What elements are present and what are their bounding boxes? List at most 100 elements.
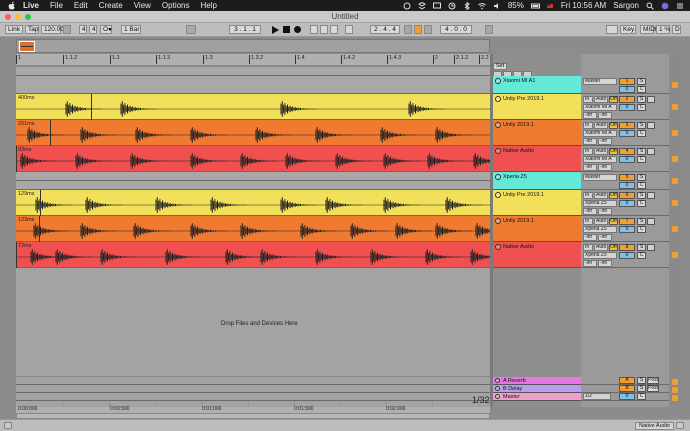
monitor-select[interactable]: Auto xyxy=(594,148,608,155)
output-select[interactable]: Xperia Z5 xyxy=(583,200,617,207)
stop-button[interactable] xyxy=(283,26,290,33)
overview-thumbnail[interactable] xyxy=(19,41,35,52)
nudge-down-button[interactable] xyxy=(63,25,71,34)
menu-live[interactable]: Live xyxy=(23,1,39,10)
solo-button[interactable]: S xyxy=(637,122,646,129)
clip-lane[interactable]: 201ms xyxy=(16,120,490,146)
solo-button[interactable]: S xyxy=(637,148,646,155)
menu-create[interactable]: Create xyxy=(99,1,123,10)
return-lane[interactable] xyxy=(16,385,490,393)
volume-field[interactable]: 0 xyxy=(619,86,635,93)
activator-icon[interactable] xyxy=(495,148,501,154)
send-a-field[interactable]: -inf xyxy=(583,112,597,119)
send-b-field[interactable]: -inf xyxy=(598,138,612,145)
group-track-lane[interactable] xyxy=(16,76,490,94)
volume-field[interactable]: 0 xyxy=(619,182,635,189)
group-track-lane[interactable] xyxy=(16,181,490,190)
volume-field[interactable]: 0 xyxy=(619,226,635,233)
track-activator[interactable]: 8 xyxy=(619,244,635,251)
solo-button[interactable]: S xyxy=(637,377,646,384)
clock[interactable]: Fri 10:56 AM xyxy=(561,1,606,10)
output-select[interactable]: Xiaomi MI A xyxy=(583,130,617,137)
input-type-select[interactable]: In xyxy=(583,218,593,225)
send-a-field[interactable]: -inf xyxy=(583,234,597,241)
loop-length-field[interactable]: 4 . 0 . 0 xyxy=(440,25,472,34)
track-header[interactable]: Xiaomi MI A1 xyxy=(493,76,581,94)
output-select[interactable]: Xiaomi MI A xyxy=(583,104,617,111)
track-activator[interactable]: 5 xyxy=(619,174,635,181)
send-a-field[interactable]: -inf xyxy=(583,138,597,145)
send-a-field[interactable]: -inf xyxy=(583,208,597,215)
battery-icon[interactable] xyxy=(530,2,540,10)
menu-edit[interactable]: Edit xyxy=(74,1,88,10)
send-a-field[interactable]: -inf xyxy=(583,164,597,171)
close-window-button[interactable] xyxy=(5,14,11,20)
monitor-off-button[interactable]: Off xyxy=(609,244,618,251)
selected-track-indicator[interactable]: Native Audio xyxy=(635,422,674,430)
return-header[interactable]: B Delay xyxy=(493,385,581,393)
track-activator[interactable]: 7 xyxy=(619,218,635,225)
pan-field[interactable]: C xyxy=(637,226,646,233)
automation-arm-button[interactable] xyxy=(320,25,328,34)
clip-lane[interactable]: 400ms xyxy=(16,94,490,120)
minimize-window-button[interactable] xyxy=(15,14,21,20)
input-type-select[interactable]: In xyxy=(583,192,593,199)
solo-button[interactable]: S xyxy=(637,78,646,85)
activator-icon[interactable] xyxy=(495,122,501,128)
return-header[interactable]: A Reverb xyxy=(493,377,581,385)
sync-icon[interactable] xyxy=(403,2,411,10)
beat-time-ruler[interactable]: 1 1.1.2 1.2 1.1.3 1.3 1.3.2 1.4 1.4.2 1.… xyxy=(15,54,490,66)
arm-button[interactable] xyxy=(647,192,655,199)
vertical-scroll-area[interactable] xyxy=(669,54,681,407)
master-header[interactable]: Master xyxy=(493,393,581,401)
track-activator[interactable]: 4 xyxy=(619,148,635,155)
punch-in-button[interactable] xyxy=(404,25,412,34)
display-icon[interactable] xyxy=(432,2,441,10)
time-sig-denominator[interactable]: 4 xyxy=(89,25,97,34)
computer-midi-keyboard-button[interactable] xyxy=(606,25,618,34)
set-button[interactable]: Set xyxy=(493,63,507,70)
midi-map-button[interactable]: MIDI xyxy=(640,25,657,34)
monitor-select[interactable]: Auto xyxy=(594,218,608,225)
solo-button[interactable]: S xyxy=(637,385,646,392)
master-volume-field[interactable]: 0 xyxy=(619,393,635,400)
return-activator[interactable]: A xyxy=(619,377,635,384)
notification-center-icon[interactable] xyxy=(676,2,684,10)
send-a-field[interactable]: -inf xyxy=(583,260,597,267)
pan-field[interactable]: C xyxy=(637,156,646,163)
activator-icon[interactable] xyxy=(495,394,500,399)
volume-field[interactable]: 0 xyxy=(619,200,635,207)
track-activator[interactable]: 3 xyxy=(619,122,635,129)
activator-icon[interactable] xyxy=(495,244,501,250)
group-track-lane[interactable] xyxy=(16,172,490,181)
play-button[interactable] xyxy=(272,26,279,34)
metronome-button[interactable]: O● xyxy=(100,25,112,34)
arm-button[interactable] xyxy=(647,244,655,251)
track-header[interactable]: Unity Pre 2019.1 xyxy=(493,190,581,216)
output-select[interactable]: Xperia Z5 xyxy=(583,252,617,259)
volume-field[interactable]: 0 xyxy=(619,130,635,137)
dropbox-icon[interactable] xyxy=(417,1,426,10)
monitor-select[interactable]: Auto xyxy=(594,122,608,129)
fold-icon[interactable] xyxy=(495,174,501,180)
solo-button[interactable]: S xyxy=(637,244,646,251)
solo-button[interactable]: S xyxy=(637,174,646,181)
send-b-field[interactable]: -inf xyxy=(598,260,612,267)
pan-field[interactable]: C xyxy=(637,200,646,207)
solo-button[interactable]: S xyxy=(637,96,646,103)
pan-field[interactable]: C xyxy=(637,252,646,259)
arrangement-overview[interactable] xyxy=(16,39,490,53)
menu-help[interactable]: Help xyxy=(201,1,217,10)
volume-field[interactable]: 0 xyxy=(619,252,635,259)
menu-file[interactable]: File xyxy=(50,1,63,10)
input-type-select[interactable]: In xyxy=(583,148,593,155)
pre-post-toggle[interactable]: Post xyxy=(647,385,659,392)
search-icon[interactable] xyxy=(646,2,654,10)
monitor-off-button[interactable]: Off xyxy=(609,218,618,225)
browser-toggle-icon[interactable] xyxy=(4,422,12,429)
monitor-off-button[interactable]: Off xyxy=(609,122,618,129)
output-select[interactable]: Master xyxy=(583,78,617,85)
capture-button[interactable] xyxy=(345,25,353,34)
master-output-select[interactable]: 1/2 xyxy=(583,393,611,400)
draw-mode-button[interactable] xyxy=(485,25,493,34)
